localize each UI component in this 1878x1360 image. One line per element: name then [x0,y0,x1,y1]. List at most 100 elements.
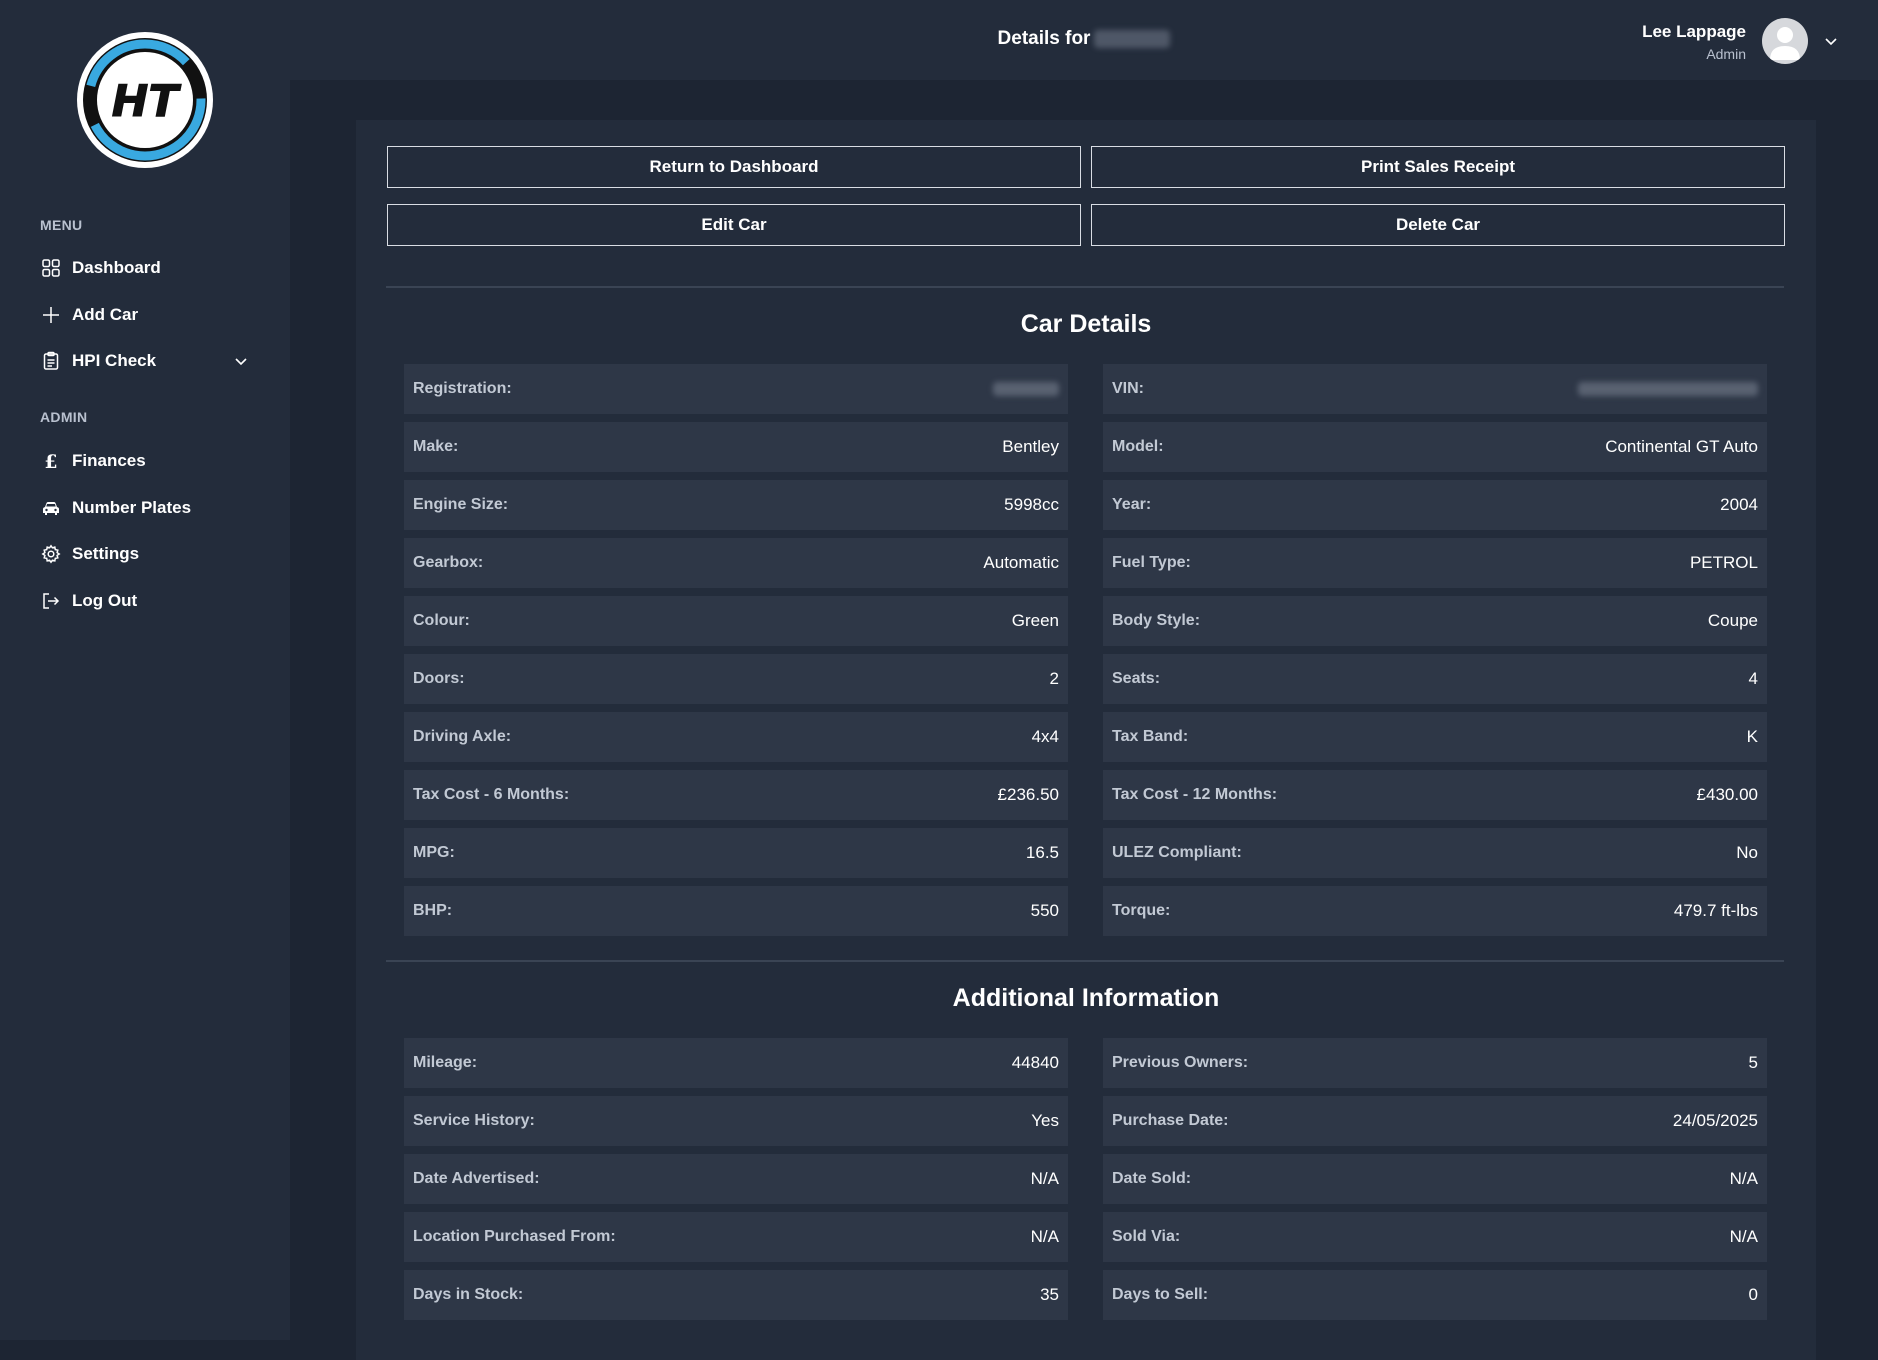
detail-row: Engine Size: 5998cc [404,480,1068,530]
user-name: Lee Lappage [1642,22,1746,41]
detail-label: Days to Sell: [1112,1286,1209,1303]
detail-label: Service History: [413,1112,535,1129]
sidebar-item-settings[interactable]: Settings [30,536,260,572]
detail-label: Body Style: [1112,612,1201,629]
sidebar-item-label: Dashboard [72,258,161,277]
detail-row: Date Advertised: N/A [404,1154,1068,1204]
sidebar-item-label: Number Plates [72,498,192,517]
admin-heading: ADMIN [40,409,88,425]
detail-value: 35 [1040,1285,1059,1304]
plus-icon [38,302,64,328]
gear-icon [38,541,64,567]
detail-value: 479.7 ft-lbs [1673,901,1758,920]
detail-value: £236.50 [997,785,1059,804]
logout-icon [38,588,64,614]
additional-information-heading: Additional Information [952,984,1220,1012]
detail-label: BHP: [413,902,453,919]
menu-heading: MENU [40,217,83,233]
detail-row: Tax Cost - 12 Months: £430.00 [1103,770,1767,820]
detail-row: Date Sold: N/A [1103,1154,1767,1204]
detail-label: ULEZ Compliant: [1112,844,1242,861]
detail-label: MPG: [413,844,455,861]
chevron-down-icon[interactable] [232,352,250,370]
divider [386,286,1784,288]
sidebar-item-dashboard[interactable]: Dashboard [30,250,260,286]
detail-label: Mileage: [413,1054,478,1071]
detail-value: Continental GT Auto [1605,437,1758,456]
detail-row: Model: Continental GT Auto [1103,422,1767,472]
detail-value: No [1736,843,1758,862]
detail-value: N/A [1729,1169,1758,1188]
print-sales-receipt-button[interactable]: Print Sales Receipt [1091,146,1785,188]
sidebar-item-hpi-check[interactable]: HPI Check [30,343,260,379]
return-to-dashboard-button[interactable]: Return to Dashboard [387,146,1081,188]
detail-row: Days to Sell: 0 [1103,1270,1767,1320]
detail-row: Location Purchased From: N/A [404,1212,1068,1262]
detail-label: Seats: [1112,670,1161,687]
delete-car-button[interactable]: Delete Car [1091,204,1785,246]
sidebar-item-label: Settings [72,544,140,563]
detail-label: Date Sold: [1112,1170,1192,1187]
brand-logo[interactable]: HT [75,30,215,170]
detail-value: 16.5 [1025,843,1059,862]
sidebar-item-add-car[interactable]: Add Car [30,297,260,333]
detail-label: Gearbox: [413,554,484,571]
detail-row: Purchase Date: 24/05/2025 [1103,1096,1767,1146]
detail-value: Bentley [1002,437,1059,456]
detail-row: Torque: 479.7 ft-lbs [1103,886,1767,936]
detail-value: N/A [1030,1227,1059,1246]
user-menu-chevron-icon[interactable] [1822,32,1840,50]
detail-label: Make: [413,438,459,455]
redacted-registration [1094,29,1171,48]
detail-row: Previous Owners: 5 [1103,1038,1767,1088]
detail-value: Coupe [1707,611,1758,630]
detail-label: Registration: [413,380,512,397]
sidebar-item-label: HPI Check [72,351,157,370]
detail-row: MPG: 16.5 [404,828,1068,878]
user-avatar-icon [1770,27,1800,60]
detail-row: Mileage: 44840 [404,1038,1068,1088]
divider [386,960,1784,962]
detail-row: Seats: 4 [1103,654,1767,704]
detail-label: Location Purchased From: [413,1228,616,1245]
detail-value: N/A [1729,1227,1758,1246]
detail-label: Previous Owners: [1112,1054,1249,1071]
detail-value: 4x4 [1031,727,1059,746]
detail-value: 2004 [1720,495,1758,514]
detail-label: Tax Band: [1112,728,1189,745]
detail-row: Colour: Green [404,596,1068,646]
detail-value: 550 [1030,901,1059,920]
detail-row: Sold Via: N/A [1103,1212,1767,1262]
sidebar-item-finances[interactable]: £ Finances [30,443,260,479]
detail-label: Sold Via: [1112,1228,1181,1245]
detail-value: Green [1011,611,1059,630]
edit-car-button[interactable]: Edit Car [387,204,1081,246]
detail-value: 24/05/2025 [1672,1111,1758,1130]
detail-value: Automatic [983,553,1059,572]
car-details-heading: Car Details [1020,310,1152,338]
detail-row: Doors: 2 [404,654,1068,704]
detail-label: Fuel Type: [1112,554,1191,571]
grid-icon [38,255,64,281]
detail-label: Engine Size: [413,496,509,513]
redacted-value [993,382,1059,396]
page-title-text: Details for [997,28,1091,49]
detail-label: Doors: [413,670,465,687]
detail-value: 2 [1049,669,1059,688]
detail-label: Year: [1112,496,1152,513]
detail-label: VIN: [1112,380,1144,397]
detail-value: 4 [1748,669,1758,688]
detail-row: Tax Cost - 6 Months: £236.50 [404,770,1068,820]
detail-row: Fuel Type: PETROL [1103,538,1767,588]
pound-icon: £ [38,448,64,474]
redacted-value [1578,382,1758,396]
detail-label: Tax Cost - 6 Months: [413,786,570,803]
sidebar-item-number-plates[interactable]: Number Plates [30,490,260,526]
sidebar-item-log-out[interactable]: Log Out [30,583,260,619]
detail-label: Days in Stock: [413,1286,524,1303]
detail-row: Make: Bentley [404,422,1068,472]
detail-row: Year: 2004 [1103,480,1767,530]
sidebar: HT MENU Dashboard Add Car HPI Check ADMI… [0,0,290,1340]
avatar[interactable] [1762,18,1808,64]
detail-label: Driving Axle: [413,728,512,745]
